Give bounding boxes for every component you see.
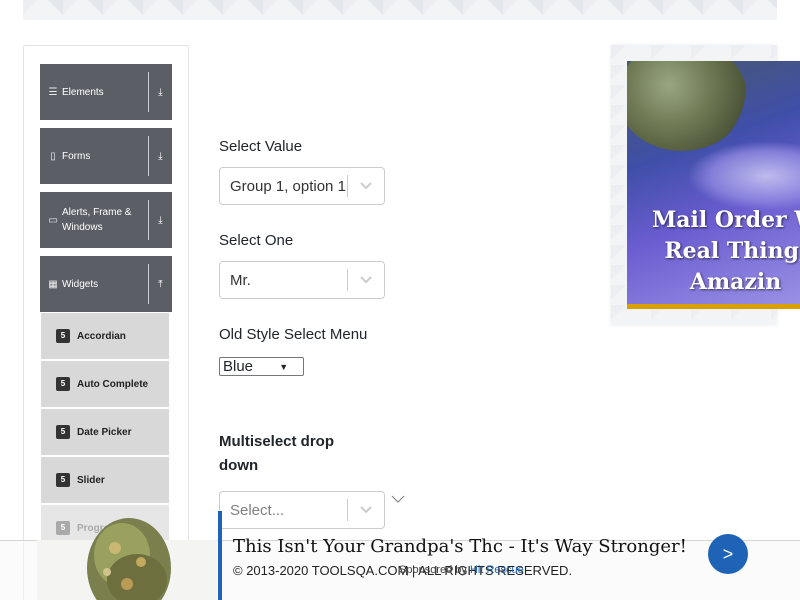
sidebar-group-label: Elements [62, 86, 104, 98]
select-value-dropdown[interactable]: Group 1, option 1 [219, 167, 385, 205]
sidebar-item-accordian[interactable]: 5 Accordian [41, 313, 169, 359]
sidebar-item-label: Date Picker [77, 426, 132, 438]
sidebar-group-forms[interactable]: ▯ Forms ⤓ [40, 128, 172, 184]
chevron-down-icon[interactable] [348, 275, 384, 285]
select-value-current: Group 1, option 1 [230, 177, 346, 195]
ad-image-jar [687, 141, 800, 211]
multiselect-dropdown[interactable]: Select... [219, 491, 385, 529]
html5-icon: 5 [56, 377, 70, 391]
select-value-label: Select Value [219, 138, 303, 155]
sidebar-item-label: Slider [77, 474, 105, 486]
expand-icon[interactable]: ⤓ [148, 72, 172, 112]
select-one-current: Mr. [230, 271, 251, 289]
sidebar-group-elements[interactable]: ☰ Elements ⤓ [40, 64, 172, 120]
old-style-select-label: Old Style Select Menu [219, 326, 368, 343]
sidebar-group-label: Alerts, Frame & Windows [62, 207, 132, 233]
bottom-ad-sponsor: Sponsored by Hit Rescue [399, 564, 524, 576]
old-style-select-menu[interactable]: Blue ▼ [219, 357, 304, 376]
form-icon: ▯ [50, 150, 56, 162]
sidebar-item-slider[interactable]: 5 Slider [41, 457, 169, 503]
bottom-ad-image[interactable] [37, 510, 217, 600]
page: ☰ Elements ⤓ ▯ Forms ⤓ ▭ Alerts, Frame &… [0, 0, 800, 600]
html5-icon: 5 [56, 473, 70, 487]
chevron-down-icon[interactable] [348, 505, 384, 515]
collapse-icon[interactable]: ⤒ [148, 264, 172, 304]
sponsor-name[interactable]: Hit Rescue [470, 564, 524, 576]
hamburger-icon: ☰ [48, 86, 58, 98]
ad-gold-bar [627, 304, 800, 309]
ad-headline-line: Mail Order W [651, 207, 800, 233]
sponsored-prefix: Sponsored by [399, 564, 467, 576]
ad-headline-line: Real Thing, [664, 238, 800, 264]
grid-icon: ▦ [48, 278, 58, 290]
bottom-ad-title[interactable]: This Isn't Your Grandpa's Thc - It's Way… [233, 536, 687, 557]
sidebar-group-label: Forms [62, 150, 91, 162]
sidebar-item-label: Accordian [77, 330, 126, 342]
chevron-down-icon: ▼ [279, 361, 289, 372]
sidebar-group-label: Widgets [62, 278, 99, 290]
sidebar-item-auto-complete[interactable]: 5 Auto Complete [41, 361, 169, 407]
chevron-down-icon[interactable] [348, 181, 384, 191]
right-ad-headline[interactable]: Mail Order W Real Thing, Amazin [648, 205, 800, 298]
window-icon: ▭ [48, 214, 58, 226]
multiselect-placeholder: Select... [230, 501, 285, 519]
sidebar-group-widgets[interactable]: ▦ Widgets ⤒ [40, 256, 172, 312]
html5-icon: 5 [56, 425, 70, 439]
sidebar-item-date-picker[interactable]: 5 Date Picker [41, 409, 169, 455]
select-one-label: Select One [219, 232, 294, 249]
top-ad-banner[interactable] [23, 0, 777, 20]
sidebar-group-alerts[interactable]: ▭ Alerts, Frame & Windows ⤓ [40, 192, 172, 248]
select-one-dropdown[interactable]: Mr. [219, 261, 385, 299]
multiselect-label: Multiselect drop down [219, 433, 335, 474]
expand-icon[interactable]: ⤓ [148, 136, 172, 176]
old-style-select-current: Blue [223, 358, 254, 375]
ad-image-bud [627, 61, 747, 151]
chevron-down-icon [390, 492, 406, 510]
sidebar-item-label: Auto Complete [77, 378, 149, 390]
html5-icon: 5 [56, 329, 70, 343]
bottom-ad-go-button[interactable]: > [708, 534, 748, 574]
bottom-ad-divider [218, 511, 222, 600]
ad-headline-line: Amazin [689, 269, 782, 295]
expand-icon[interactable]: ⤓ [148, 200, 172, 240]
